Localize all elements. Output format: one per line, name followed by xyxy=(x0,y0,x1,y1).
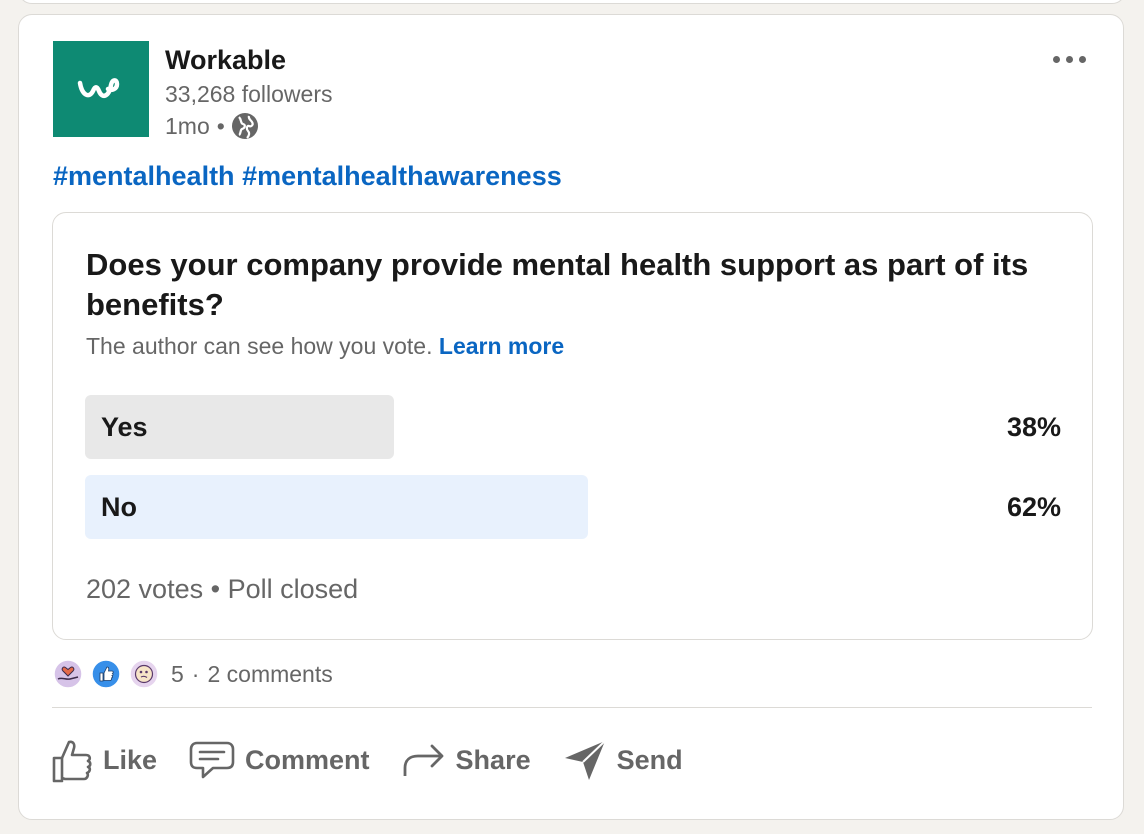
more-options-button[interactable] xyxy=(1045,49,1093,69)
dot-icon xyxy=(1078,55,1086,63)
hashtags: #mentalhealth #mentalhealthawareness xyxy=(53,161,562,192)
globe-icon xyxy=(231,112,259,140)
like-label: Like xyxy=(103,744,158,775)
reaction-count: 5 xyxy=(171,660,184,687)
poll-option-yes[interactable]: Yes 38% xyxy=(85,395,1061,459)
social-separator: · xyxy=(191,660,200,687)
divider xyxy=(52,707,1092,708)
learn-more-link[interactable]: Learn more xyxy=(439,333,564,359)
comment-icon xyxy=(189,741,235,779)
poll-question: Does your company provide mental health … xyxy=(86,247,1029,322)
dot-icon xyxy=(1052,55,1060,63)
poll-option-percent: 38% xyxy=(1006,412,1061,442)
poll-result-bar xyxy=(85,475,588,539)
like-reaction-icon xyxy=(91,659,121,689)
like-button[interactable]: Like xyxy=(51,737,157,783)
follower-count: 33,268 followers xyxy=(165,81,333,107)
comment-label: Comment xyxy=(245,744,370,775)
send-button[interactable]: Send xyxy=(563,738,683,782)
hashtag-link[interactable]: #mentalhealthawareness xyxy=(242,161,562,191)
post-age: 1mo xyxy=(165,112,210,139)
send-icon xyxy=(564,740,606,780)
curious-reaction-icon xyxy=(129,659,159,689)
social-counts[interactable]: 5 · 2 comments xyxy=(53,659,333,689)
poll-visibility-note: The author can see how you vote. Learn m… xyxy=(86,333,564,360)
comment-count[interactable]: 2 comments xyxy=(207,661,332,688)
poll-option-label: No xyxy=(101,492,137,522)
share-button[interactable]: Share xyxy=(402,740,531,780)
vote-count: 202 votes xyxy=(86,574,204,604)
like-icon xyxy=(52,740,92,783)
company-logo[interactable] xyxy=(53,41,149,137)
poll-status: Poll closed xyxy=(227,574,359,604)
share-icon xyxy=(403,744,443,776)
poll-option-percent: 62% xyxy=(1006,492,1061,522)
dot-icon xyxy=(1065,55,1073,63)
poll-note-text: The author can see how you vote. xyxy=(86,333,433,359)
share-label: Share xyxy=(455,744,531,775)
hashtag-link[interactable]: #mentalhealth xyxy=(53,161,235,191)
poll-footer-separator: • xyxy=(210,574,221,604)
author-name[interactable]: Workable xyxy=(165,45,286,76)
poll-card: Does your company provide mental health … xyxy=(52,212,1093,640)
comment-button[interactable]: Comment xyxy=(189,740,370,780)
poll-footer: 202 votes • Poll closed xyxy=(86,574,358,605)
poll-option-no[interactable]: No 62% xyxy=(85,475,1061,539)
post-actions-bar: Like Comment Share Send xyxy=(51,737,715,783)
post-card: Workable 33,268 followers 1mo • #mentalh… xyxy=(18,14,1124,820)
previous-post-card-edge xyxy=(18,0,1126,4)
send-label: Send xyxy=(616,744,683,775)
support-reaction-icon xyxy=(53,659,83,689)
post-meta: 1mo • xyxy=(165,112,259,140)
meta-separator: • xyxy=(216,112,225,139)
poll-option-label: Yes xyxy=(101,412,148,442)
